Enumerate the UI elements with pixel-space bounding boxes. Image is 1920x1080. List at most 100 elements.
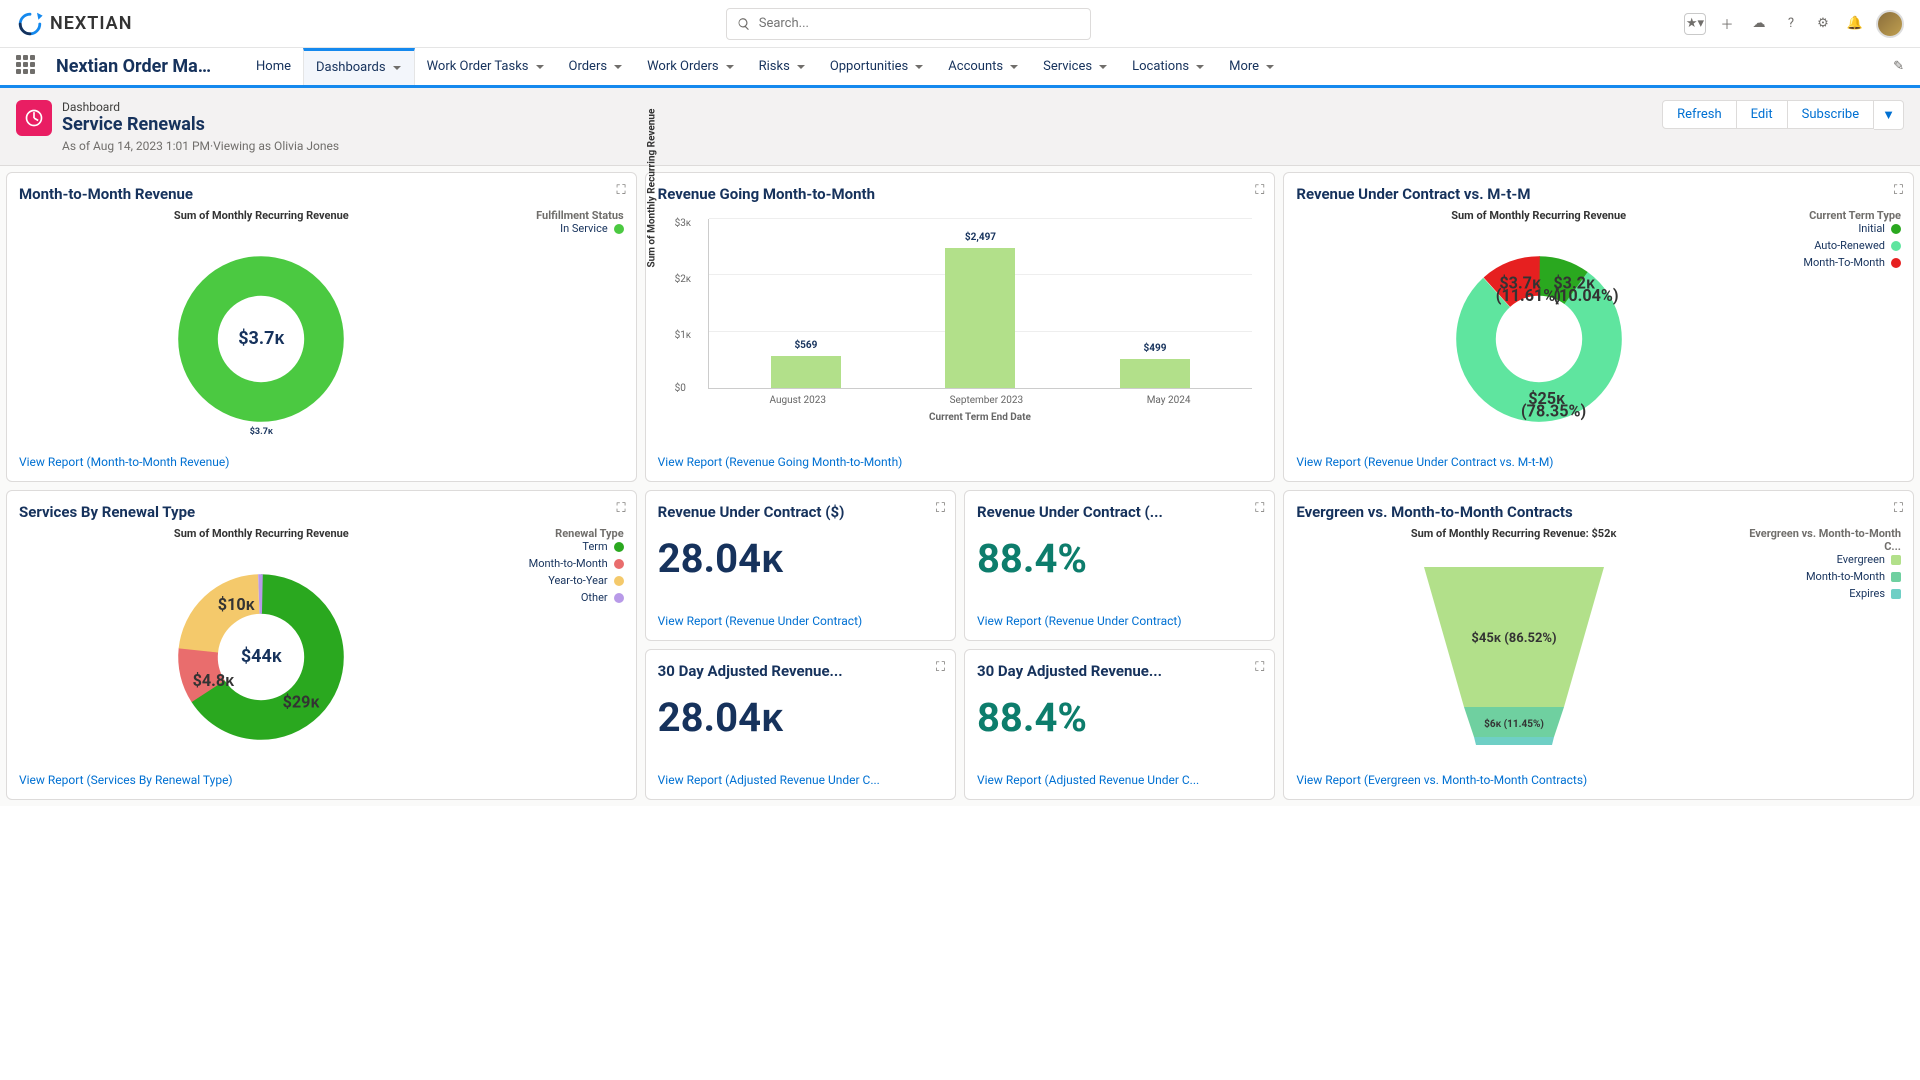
nav-orders[interactable]: Orders <box>557 48 636 85</box>
view-report-link[interactable]: View Report (Services By Renewal Type) <box>19 773 624 787</box>
metrics-grid: ⛶ Revenue Under Contract ($) 28.04ᴋ View… <box>645 490 1276 800</box>
refresh-button[interactable]: Refresh <box>1662 100 1736 129</box>
nav-home[interactable]: Home <box>244 48 303 85</box>
setup-gear-icon[interactable]: ⚙ <box>1812 13 1834 35</box>
chevron-down-icon <box>1265 62 1275 72</box>
svg-text:$6ᴋ (11.45%): $6ᴋ (11.45%) <box>1484 717 1544 730</box>
view-report-link[interactable]: View Report (Revenue Under Contract) <box>977 614 1262 628</box>
card-services-by-renewal-type: ⛶ Services By Renewal Type Sum of Monthl… <box>6 490 637 800</box>
chart-subtitle: Sum of Monthly Recurring Revenue <box>19 527 504 540</box>
brand-name: NEXTIAN <box>50 13 132 34</box>
y-axis-label: Sum of Monthly Recurring Revenue <box>646 128 657 268</box>
help-icon[interactable]: ? <box>1780 13 1802 35</box>
card-title: Revenue Under Contract (... <box>977 503 1262 521</box>
legend-item: In Service <box>512 222 624 235</box>
expand-icon[interactable]: ⛶ <box>1255 660 1264 675</box>
slice-label: $3.7ᴋ <box>250 426 273 437</box>
chevron-down-icon <box>725 62 735 72</box>
notifications-bell-icon[interactable]: 🔔 <box>1844 13 1866 35</box>
view-report-link[interactable]: View Report (Revenue Going Month-to-Mont… <box>658 455 1263 469</box>
nav-more[interactable]: More <box>1217 48 1287 85</box>
nav-opportunities[interactable]: Opportunities <box>818 48 936 85</box>
expand-icon[interactable]: ⛶ <box>1255 183 1264 198</box>
edit-nav-icon[interactable]: ✎ <box>1893 59 1904 74</box>
search-input[interactable] <box>759 16 1080 31</box>
nav-work-order-tasks[interactable]: Work Order Tasks <box>415 48 557 85</box>
legend-item: Other <box>512 591 624 604</box>
svg-text:$10ᴋ: $10ᴋ <box>218 595 256 614</box>
legend-item: Auto-Renewed <box>1789 239 1901 252</box>
legend-title: Fulfillment Status <box>512 209 624 222</box>
expand-icon[interactable]: ⛶ <box>1894 501 1903 516</box>
favorites-button[interactable]: ★▾ <box>1684 13 1706 35</box>
subscribe-button[interactable]: Subscribe <box>1788 100 1874 129</box>
card-adjusted-revenue-pct: ⛶ 30 Day Adjusted Revenue... 88.4% View … <box>964 649 1275 800</box>
chart-subtitle: Sum of Monthly Recurring Revenue <box>19 209 504 222</box>
chevron-down-icon <box>796 62 806 72</box>
view-report-link[interactable]: View Report (Revenue Under Contract) <box>658 614 943 628</box>
card-title: Revenue Going Month-to-Month <box>658 185 1263 203</box>
view-report-link[interactable]: View Report (Month-to-Month Revenue) <box>19 455 624 469</box>
global-search[interactable] <box>726 8 1091 40</box>
svg-text:$45ᴋ (86.52%): $45ᴋ (86.52%) <box>1471 631 1556 646</box>
card-revenue-going-mtm: ⛶ Revenue Going Month-to-Month Sum of Mo… <box>645 172 1276 482</box>
view-report-link[interactable]: View Report (Evergreen vs. Month-to-Mont… <box>1296 773 1901 787</box>
legend-item: Term <box>512 540 624 553</box>
metric-value: 88.4% <box>977 535 1262 582</box>
card-revenue-under-contract-pct: ⛶ Revenue Under Contract (... 88.4% View… <box>964 490 1275 641</box>
card-title: Services By Renewal Type <box>19 503 624 521</box>
nav-accounts[interactable]: Accounts <box>936 48 1031 85</box>
donut-chart: $3.2ᴋ(10.04%) $25ᴋ(78.35%) $3.7ᴋ(11.61%) <box>1296 222 1781 455</box>
app-navbar: Nextian Order Man... Home Dashboards Wor… <box>0 48 1920 88</box>
page-actions: Refresh Edit Subscribe ▼ <box>1662 100 1904 130</box>
legend-title: Current Term Type <box>1789 209 1901 222</box>
view-report-link[interactable]: View Report (Adjusted Revenue Under C... <box>658 773 943 787</box>
nav-services[interactable]: Services <box>1031 48 1120 85</box>
funnel-chart: $45ᴋ (86.52%) $6ᴋ (11.45%) <box>1296 540 1731 773</box>
svg-text:(10.04%): (10.04%) <box>1553 286 1618 305</box>
expand-icon[interactable]: ⛶ <box>936 501 945 516</box>
user-avatar[interactable] <box>1876 10 1904 38</box>
global-header: NEXTIAN ★▾ ＋ ☁ ? ⚙ 🔔 <box>0 0 1920 48</box>
search-icon <box>737 17 751 31</box>
legend-item: Initial <box>1789 222 1901 235</box>
nav-work-orders[interactable]: Work Orders <box>635 48 747 85</box>
expand-icon[interactable]: ⛶ <box>617 183 626 198</box>
add-icon[interactable]: ＋ <box>1716 13 1738 35</box>
app-launcher-icon[interactable] <box>16 55 40 79</box>
nav-dashboards[interactable]: Dashboards <box>303 48 415 85</box>
svg-text:$29ᴋ: $29ᴋ <box>283 692 321 711</box>
chevron-down-icon <box>392 63 402 73</box>
card-adjusted-revenue-dollar: ⛶ 30 Day Adjusted Revenue... 28.04ᴋ View… <box>645 649 956 800</box>
metric-value: 88.4% <box>977 694 1262 741</box>
bar: $499 <box>1120 359 1190 388</box>
donut-chart: $3.7ᴋ $3.7ᴋ <box>19 222 504 455</box>
card-evergreen-vs-mtm: ⛶ Evergreen vs. Month-to-Month Contracts… <box>1283 490 1914 800</box>
expand-icon[interactable]: ⛶ <box>1255 501 1264 516</box>
nav-locations[interactable]: Locations <box>1120 48 1217 85</box>
expand-icon[interactable]: ⛶ <box>936 660 945 675</box>
card-title: Evergreen vs. Month-to-Month Contracts <box>1296 503 1901 521</box>
edit-button[interactable]: Edit <box>1737 100 1788 129</box>
dashboard-icon <box>16 100 52 136</box>
svg-text:(11.61%): (11.61%) <box>1495 286 1560 305</box>
expand-icon[interactable]: ⛶ <box>1894 183 1903 198</box>
dashboard-grid: ⛶ Month-to-Month Revenue Sum of Monthly … <box>0 166 1920 806</box>
card-mtm-revenue: ⛶ Month-to-Month Revenue Sum of Monthly … <box>6 172 637 482</box>
chevron-down-icon <box>613 62 623 72</box>
expand-icon[interactable]: ⛶ <box>617 501 626 516</box>
nav-risks[interactable]: Risks <box>747 48 818 85</box>
view-report-link[interactable]: View Report (Revenue Under Contract vs. … <box>1296 455 1901 469</box>
legend-title: Renewal Type <box>512 527 624 540</box>
legend-item: Month-to-Month <box>1739 570 1901 583</box>
view-report-link[interactable]: View Report (Adjusted Revenue Under C... <box>977 773 1262 787</box>
salesforce-icon[interactable]: ☁ <box>1748 13 1770 35</box>
donut-chart: $29ᴋ $4.8ᴋ $10ᴋ $44ᴋ <box>19 540 504 773</box>
more-actions-button[interactable]: ▼ <box>1874 100 1904 130</box>
metric-value: 28.04ᴋ <box>658 535 943 582</box>
nextian-logo-icon <box>16 10 44 38</box>
brand-logo: NEXTIAN <box>16 10 132 38</box>
bar: $2,497 <box>945 248 1015 388</box>
chevron-down-icon <box>1009 62 1019 72</box>
page-title: Service Renewals <box>62 114 339 135</box>
